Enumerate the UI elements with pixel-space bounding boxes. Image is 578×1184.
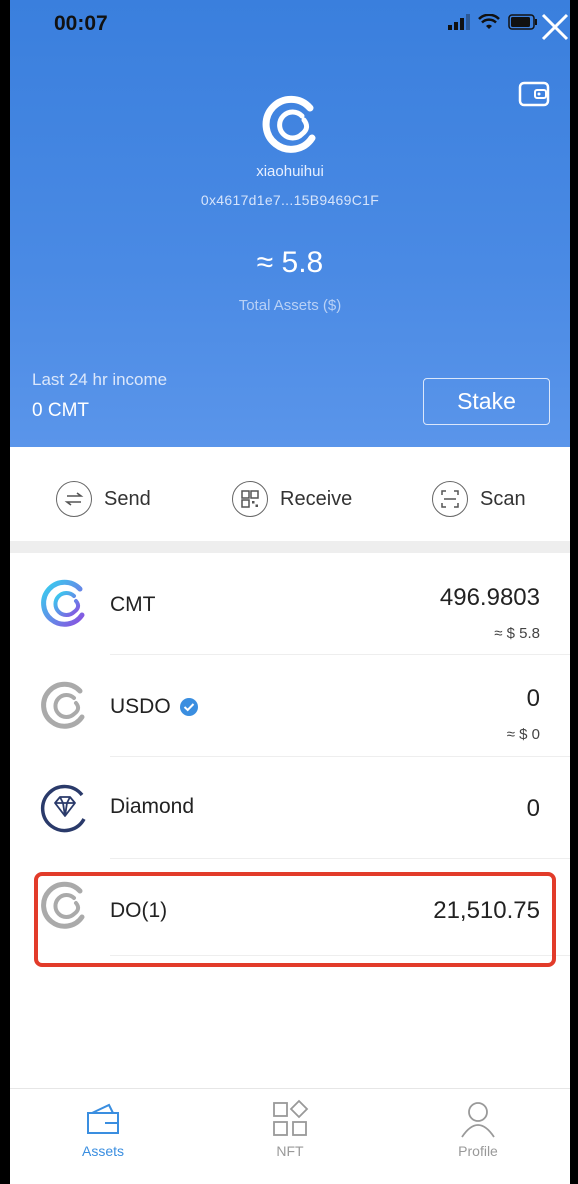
receive-button[interactable]: Receive [232, 481, 352, 517]
wallet-icon [87, 1103, 119, 1134]
verified-badge-icon [179, 698, 198, 716]
tab-nft-label: NFT [276, 1143, 304, 1159]
total-assets-label: Total Assets ($) [238, 297, 342, 314]
token-amount: 0 [526, 795, 540, 822]
wallet-screen: 00:07 xiaohuihui 0x4617d1e7...15B9469C1F… [10, 0, 570, 1184]
token-amount: 496.9803 [439, 584, 540, 611]
token-fiat-value: ≈ $ 5.8 [494, 625, 540, 642]
scan-icon [432, 481, 468, 517]
tab-profile[interactable]: Profile [418, 1099, 538, 1159]
account-address[interactable]: 0x4617d1e7...15B9469C1F [10, 192, 570, 208]
total-assets-value: ≈ 5.8 [256, 246, 324, 279]
person-icon [461, 1102, 495, 1138]
token-row-usdo[interactable]: USDO 0 ≈ $ 0 [10, 655, 570, 757]
income-value: 0 CMT [32, 400, 89, 421]
token-name: USDO [110, 695, 199, 719]
bottom-nav: Assets NFT Profile [10, 1088, 570, 1184]
token-fiat-value: ≈ $ 0 [506, 726, 540, 743]
highlight-box [34, 872, 556, 967]
transfer-icon [56, 481, 92, 517]
status-time: 00:07 [54, 12, 108, 35]
grid-shapes-icon [273, 1099, 309, 1136]
tab-assets-label: Assets [81, 1143, 124, 1159]
tab-nft[interactable]: NFT [230, 1099, 350, 1159]
token-amount: 0 [526, 685, 540, 712]
wifi-icon [478, 14, 500, 29]
diamond-logo-icon [40, 784, 86, 833]
send-button[interactable]: Send [56, 481, 151, 517]
token-row-cmt[interactable]: CMT 496.9803 ≈ $ 5.8 [10, 553, 570, 655]
status-bar: 00:07 [10, 0, 570, 50]
stake-button[interactable]: Stake [423, 378, 550, 425]
tab-assets[interactable]: Assets [43, 1099, 163, 1159]
cmt-logo-icon [41, 579, 85, 627]
wallet-header: 00:07 xiaohuihui 0x4617d1e7...15B9469C1F… [10, 0, 570, 447]
action-row: Send Receive Scan [10, 447, 570, 543]
scan-label: Scan [480, 487, 526, 510]
close-icon[interactable] [538, 10, 570, 44]
token-name: Diamond [110, 795, 195, 818]
token-name: CMT [110, 593, 156, 616]
receive-label: Receive [280, 487, 353, 510]
section-divider [10, 541, 570, 553]
income-label: Last 24 hr income [32, 370, 168, 389]
wallet-switch-icon[interactable] [518, 80, 550, 108]
qr-code-icon [232, 481, 268, 517]
token-row-diamond[interactable]: Diamond 0 [10, 757, 570, 859]
send-label: Send [104, 487, 151, 510]
scan-button[interactable]: Scan [432, 481, 526, 517]
account-logo-icon [262, 95, 316, 153]
signal-icon [448, 14, 470, 30]
status-icons [448, 14, 538, 30]
battery-icon [508, 14, 537, 30]
account-name: xiaohuihui [256, 163, 324, 180]
usdo-logo-icon [41, 681, 85, 729]
tab-profile-label: Profile [458, 1143, 498, 1159]
